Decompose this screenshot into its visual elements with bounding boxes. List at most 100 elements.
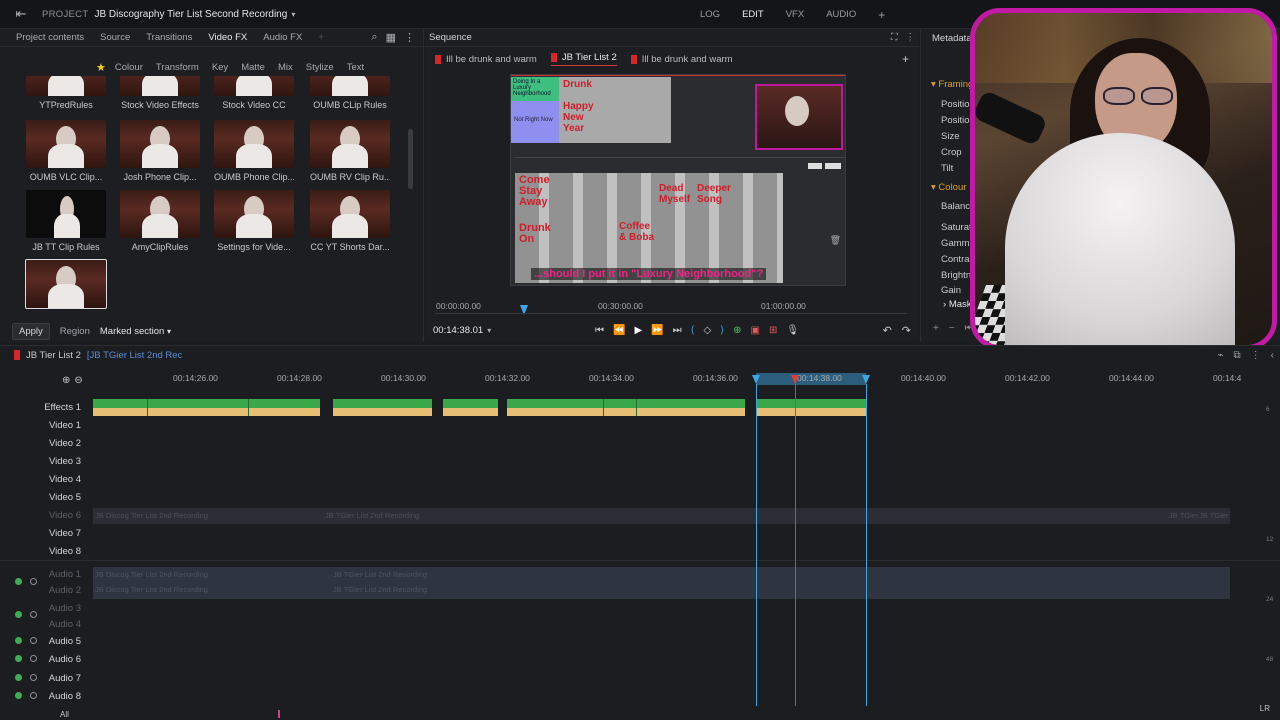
audio-enable-toggle[interactable]	[15, 655, 22, 662]
preset-item[interactable]: OUMB VLC Clip...	[26, 120, 106, 182]
track-label-video-2[interactable]: Video 2	[40, 438, 81, 449]
apply-button[interactable]: Apply	[12, 322, 50, 340]
copy-icon[interactable]: ⧉	[1234, 350, 1241, 361]
track-label-audio-5[interactable]: Audio 5	[40, 636, 81, 647]
region-select[interactable]: Marked section ▾	[100, 326, 171, 337]
group-colour[interactable]: ▾ Colour	[931, 182, 966, 193]
fx-tab-mix[interactable]: Mix	[278, 62, 293, 73]
timeline-ruler[interactable]: 00:14:26.00 00:14:28.00 00:14:30.00 00:1…	[93, 373, 1241, 387]
all-tracks-button[interactable]: All	[60, 710, 69, 719]
preview-canvas[interactable]: Doing In a Luxury Neighborhood Not Right…	[510, 74, 846, 286]
search-icon[interactable]: ⌕	[371, 31, 377, 44]
fx-tab-key[interactable]: Key	[212, 62, 228, 73]
track-label-video-5[interactable]: Video 5	[40, 492, 81, 503]
mark-out-icon[interactable]: ⟩	[720, 325, 724, 336]
track-label-effects-1[interactable]: Effects 1	[40, 402, 81, 413]
mode-tab-vfx[interactable]: VFX	[786, 9, 804, 20]
track-label-video-8[interactable]: Video 8	[40, 546, 81, 557]
undo-icon[interactable]: ↶	[883, 324, 892, 337]
effect-clip[interactable]	[443, 399, 498, 417]
trash-icon[interactable]: 🗑	[830, 235, 841, 246]
microphone-icon[interactable]: 🎙	[786, 325, 799, 336]
tab-source[interactable]: Source	[100, 32, 130, 43]
fullscreen-icon[interactable]: ⛶	[891, 32, 898, 43]
viewer-scrub-bar[interactable]: 00:00:00.00 00:30:00.00 01:00:00.00	[435, 301, 907, 315]
zoom-out-icon[interactable]: ⊖	[74, 375, 82, 386]
tab-project-contents[interactable]: Project contents	[16, 32, 84, 43]
mode-tab-log[interactable]: LOG	[700, 9, 720, 20]
preset-item[interactable]: Stock Video CC	[214, 76, 294, 110]
viewer-mini-button[interactable]	[808, 163, 822, 169]
in-point-marker[interactable]	[752, 375, 760, 384]
audio-solo-toggle[interactable]	[30, 611, 37, 618]
track-label-video-1[interactable]: Video 1	[40, 420, 81, 431]
preset-item[interactable]: Stock Video Effects	[120, 76, 200, 110]
preset-item[interactable]: OUMB CLip Rules	[310, 76, 390, 110]
audio-enable-toggle[interactable]	[15, 692, 22, 699]
sequence-tab[interactable]: Ill be drunk and warm	[630, 54, 733, 65]
audio-enable-toggle[interactable]	[15, 611, 22, 618]
project-name[interactable]: JB Discography Tier List Second Recordin…	[94, 9, 287, 20]
add-icon[interactable]: +	[878, 8, 885, 22]
fx-tab-stylize[interactable]: Stylize	[306, 62, 334, 73]
zoom-in-icon[interactable]: ⊕	[62, 375, 70, 386]
ripple-icon[interactable]: ⊞	[769, 325, 777, 336]
mode-tab-audio[interactable]: AUDIO	[826, 9, 856, 20]
viewer-mini-button[interactable]	[825, 163, 841, 169]
track-label-video-6[interactable]: Video 6	[40, 510, 81, 521]
preset-item[interactable]: CC YT Shorts Dar...	[310, 190, 390, 252]
fx-tab-matte[interactable]: Matte	[241, 62, 265, 73]
fx-tab-colour[interactable]: Colour	[115, 62, 143, 73]
redo-icon[interactable]: ↷	[902, 324, 911, 337]
effect-clip[interactable]	[757, 399, 866, 417]
mask-item[interactable]: › Mask	[943, 299, 972, 310]
tab-audio-fx[interactable]: Audio FX	[263, 32, 302, 43]
track-label-audio-8[interactable]: Audio 8	[40, 691, 81, 702]
preset-item[interactable]	[25, 259, 107, 312]
more-options-icon[interactable]: ⋮	[1251, 350, 1261, 361]
effect-clip[interactable]	[507, 399, 745, 417]
track-label-audio-3[interactable]: Audio 3	[40, 603, 81, 614]
preset-item[interactable]: Josh Phone Clip...	[120, 120, 200, 182]
vertical-scrollbar[interactable]	[408, 129, 413, 189]
grid-view-icon[interactable]: ▦	[386, 31, 396, 44]
mode-tab-edit[interactable]: EDIT	[742, 9, 764, 20]
more-options-icon[interactable]: ⋮	[404, 31, 415, 44]
go-to-start-icon[interactable]: ⏮	[595, 325, 604, 336]
playhead-marker[interactable]	[791, 375, 799, 384]
track-label-video-4[interactable]: Video 4	[40, 474, 81, 485]
track-label-audio-4[interactable]: Audio 4	[40, 619, 81, 630]
chevron-down-icon[interactable]: ▾	[291, 10, 295, 19]
track-label-audio-1[interactable]: Audio 1	[40, 569, 81, 580]
add-icon[interactable]: +	[933, 323, 939, 334]
audio-solo-toggle[interactable]	[30, 578, 37, 585]
effect-clip[interactable]	[93, 399, 320, 417]
preset-item[interactable]: YTPredRules	[26, 76, 106, 110]
collapse-icon[interactable]: ‹	[1271, 350, 1274, 361]
play-icon[interactable]: ▶	[634, 325, 642, 336]
sequence-tab-active[interactable]: JB Tier List 2	[550, 52, 617, 66]
favorites-star-icon[interactable]: ★	[96, 61, 106, 74]
waveform-icon[interactable]: ⌁	[1217, 350, 1223, 361]
video-6-clip[interactable]: JB Discog Tier List 2nd Recording JB TGi…	[93, 508, 1230, 524]
timeline-sequence-path[interactable]: [JB TGier List 2nd Rec	[87, 350, 182, 361]
track-label-video-3[interactable]: Video 3	[40, 456, 81, 467]
out-point-marker[interactable]	[862, 375, 870, 384]
tab-transitions[interactable]: Transitions	[146, 32, 192, 43]
sequence-tab[interactable]: Ill be drunk and warm	[435, 54, 537, 65]
preset-item[interactable]: JB TT Clip Rules	[26, 190, 106, 252]
go-to-end-icon[interactable]: ⏭	[673, 325, 682, 336]
audio-enable-toggle[interactable]	[15, 674, 22, 681]
mark-in-icon[interactable]: ⟨	[691, 325, 695, 336]
audio-solo-toggle[interactable]	[30, 692, 37, 699]
track-label-audio-2[interactable]: Audio 2	[40, 585, 81, 596]
chevron-down-icon[interactable]: ▾	[487, 326, 491, 335]
audio-enable-toggle[interactable]	[15, 637, 22, 644]
group-framing[interactable]: ▾ Framing	[931, 79, 973, 90]
fx-tab-transform[interactable]: Transform	[156, 62, 199, 73]
marker-icon[interactable]: ◇	[704, 325, 712, 336]
add-sequence-icon[interactable]: +	[902, 52, 909, 66]
preset-item[interactable]: OUMB Phone Clip...	[214, 120, 294, 182]
effect-clip[interactable]	[333, 399, 432, 417]
audio-solo-toggle[interactable]	[30, 674, 37, 681]
